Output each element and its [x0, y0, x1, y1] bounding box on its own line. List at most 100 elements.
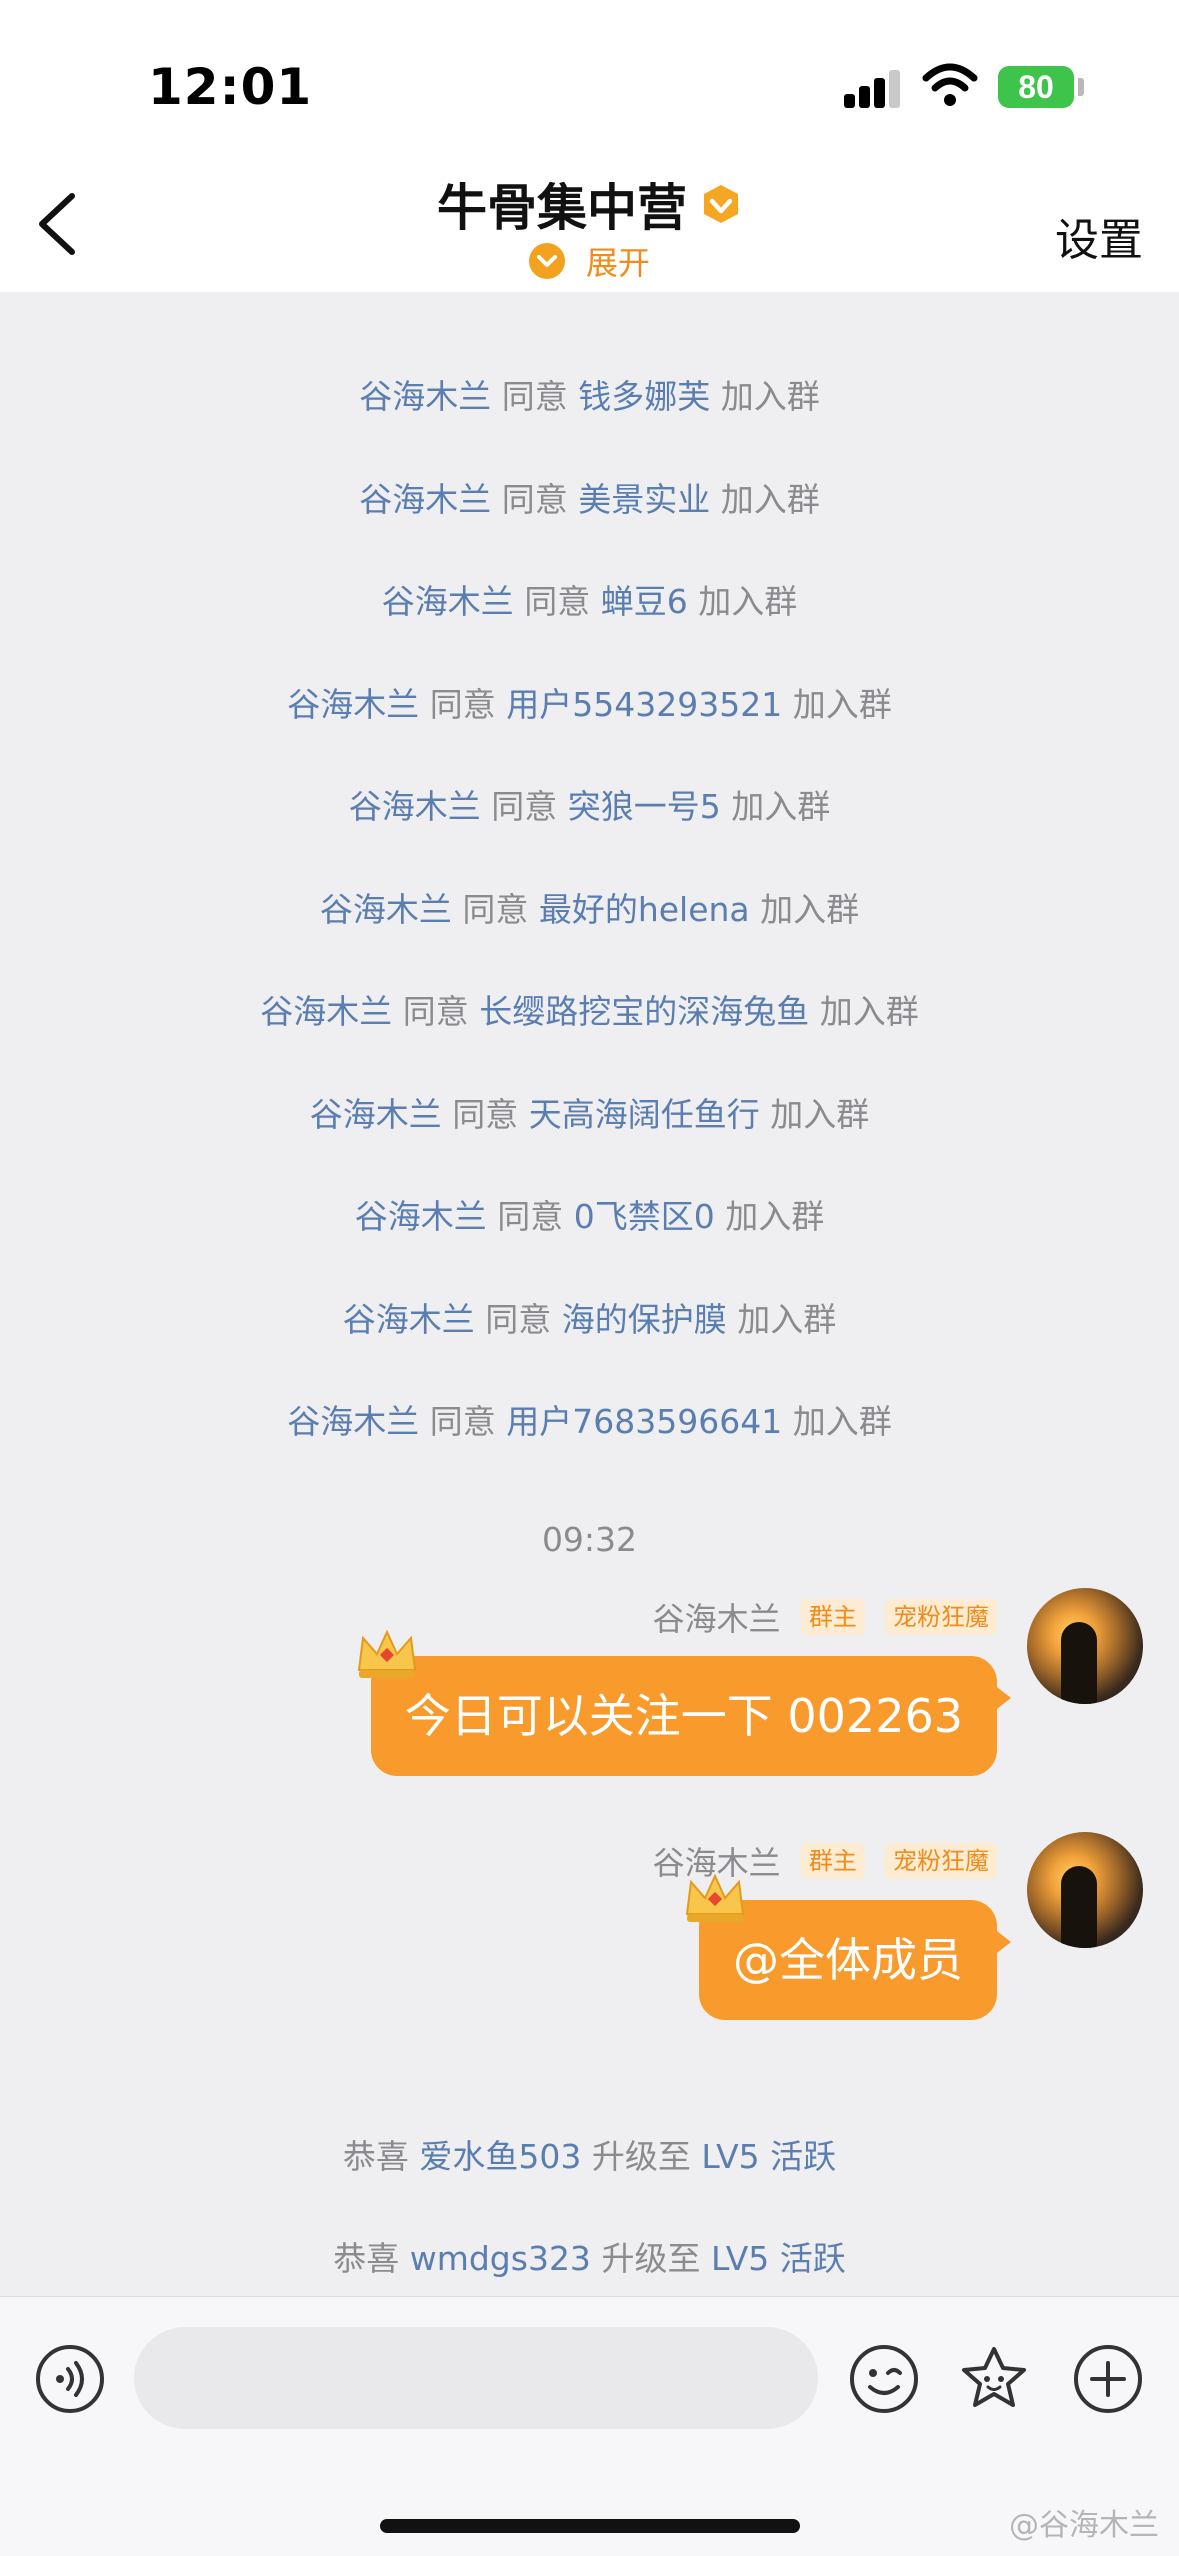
system-target-link[interactable]: 钱多娜芙 [578, 377, 710, 416]
system-verb: 同意 [497, 1197, 564, 1236]
system-verb: 同意 [501, 479, 568, 519]
header-title-wrap[interactable]: 牛骨集中营 [0, 168, 1179, 240]
avatar[interactable] [1027, 1832, 1143, 1948]
system-actor-link[interactable]: 谷海木兰 [349, 787, 481, 826]
chevron-down-icon [528, 243, 565, 279]
system-suffix: 加入群 [720, 479, 820, 519]
group-title: 牛骨集中营 [436, 179, 687, 237]
battery-nub [1078, 78, 1084, 96]
chat-messages[interactable]: 谷海木兰 同意 钱多娜芙 加入群 谷海木兰 同意 美景实业 加入群 谷海木兰 同意 … [0, 268, 1179, 2298]
input-bar [0, 2296, 1179, 2556]
system-target-link[interactable]: 用户7683596641 [506, 1402, 782, 1441]
top-bar: 12:01 80 牛骨集中营 展开 设置 [0, 0, 1179, 292]
level-middle: 升级至 [591, 2137, 691, 2176]
system-target-link[interactable]: 用户5543293521 [506, 685, 782, 724]
system-suffix: 加入群 [720, 377, 820, 416]
system-message: 谷海木兰 同意 长缨路挖宝的深海兔鱼 加入群 [0, 985, 1179, 1033]
system-actor-link[interactable]: 谷海木兰 [287, 685, 419, 724]
system-suffix: 加入群 [792, 1402, 892, 1441]
system-actor-link[interactable]: 谷海木兰 [359, 480, 491, 519]
sticker-icon[interactable] [958, 2343, 1030, 2415]
message-text: @全体成员 [733, 1933, 963, 1987]
system-verb: 同意 [402, 992, 469, 1031]
level-user-link[interactable]: 爱水鱼503 [419, 2137, 581, 2176]
system-suffix: 加入群 [819, 992, 919, 1031]
home-indicator[interactable] [380, 2519, 800, 2533]
system-message: 谷海木兰 同意 天高海阔任鱼行 加入群 [0, 1088, 1179, 1136]
system-target-link[interactable]: 0飞禁区0 [574, 1197, 715, 1236]
system-target-link[interactable]: 最好的helena [539, 890, 750, 929]
emoji-icon[interactable] [848, 2343, 920, 2415]
wifi-icon [922, 63, 978, 106]
message-input[interactable] [134, 2327, 818, 2429]
message-text: 今日可以关注一下 002263 [404, 1689, 963, 1743]
message-bubble[interactable]: 今日可以关注一下 002263 [357, 1629, 1011, 1776]
settings-button[interactable]: 设置 [1055, 204, 1143, 268]
avatar[interactable] [1027, 1588, 1143, 1704]
system-verb: 同意 [429, 684, 496, 724]
level-up-message: 恭喜 wmdgs323 升级至 LV5 活跃 [0, 2232, 1179, 2280]
system-verb: 同意 [501, 377, 568, 416]
expand-label: 展开 [586, 244, 651, 282]
bubble-tail [993, 1684, 1011, 1712]
system-message: 谷海木兰 同意 最好的helena 加入群 [0, 883, 1179, 931]
system-actor-link[interactable]: 谷海木兰 [320, 890, 452, 929]
system-suffix: 加入群 [731, 787, 831, 826]
system-target-link[interactable]: 蝉豆6 [601, 582, 688, 621]
system-suffix: 加入群 [760, 889, 860, 929]
system-actor-link[interactable]: 谷海木兰 [382, 582, 514, 621]
watermark: @谷海木兰 [1009, 2508, 1159, 2543]
level-prefix: 恭喜 [333, 2239, 400, 2278]
owner-badge: 群主 [800, 1599, 865, 1635]
system-message: 谷海木兰 同意 钱多娜芙 加入群 [0, 370, 1179, 418]
system-message: 谷海木兰 同意 突狼一号5 加入群 [0, 780, 1179, 828]
system-target-link[interactable]: 海的保护膜 [562, 1300, 727, 1339]
level-badge: LV5 活跃 [710, 2239, 846, 2278]
system-verb: 同意 [524, 582, 591, 621]
system-suffix: 加入群 [737, 1299, 837, 1339]
system-actor-link[interactable]: 谷海木兰 [260, 992, 392, 1031]
system-target-link[interactable]: 天高海阔任鱼行 [529, 1095, 760, 1134]
sender-info: 谷海木兰 群主 宠粉狂魔 [653, 1594, 997, 1640]
level-prefix: 恭喜 [342, 2137, 409, 2176]
verified-badge-icon [704, 185, 739, 223]
system-suffix: 加入群 [725, 1197, 825, 1236]
level-user-link[interactable]: wmdgs323 [410, 2239, 591, 2278]
system-verb: 同意 [485, 1299, 552, 1339]
level-badge: LV5 活跃 [701, 2137, 837, 2176]
system-target-link[interactable]: 美景实业 [578, 480, 710, 519]
timestamp-label: 09:32 [541, 1520, 638, 1559]
expand-toggle[interactable]: 展开 [0, 238, 1179, 284]
crown-icon [357, 1629, 416, 1678]
status-time: 12:01 [148, 58, 313, 116]
system-actor-link[interactable]: 谷海木兰 [359, 377, 491, 416]
sender-name[interactable]: 谷海木兰 [653, 1600, 781, 1638]
system-verb: 同意 [491, 787, 558, 826]
message-bubble[interactable]: @全体成员 [685, 1873, 1011, 2020]
fan-badge: 宠粉狂魔 [885, 1843, 997, 1879]
system-actor-link[interactable]: 谷海木兰 [310, 1095, 442, 1134]
system-target-link[interactable]: 突狼一号5 [568, 787, 721, 826]
system-message: 谷海木兰 同意 海的保护膜 加入群 [0, 1293, 1179, 1341]
crown-icon [685, 1873, 745, 1922]
voice-icon[interactable] [34, 2343, 106, 2415]
system-suffix: 加入群 [698, 582, 798, 621]
fan-badge: 宠粉狂魔 [885, 1599, 997, 1635]
system-verb: 同意 [462, 889, 529, 929]
system-actor-link[interactable]: 谷海木兰 [343, 1300, 475, 1339]
battery-indicator: 80 [998, 66, 1074, 108]
system-message: 谷海木兰 同意 用户5543293521 加入群 [0, 678, 1179, 726]
system-message: 谷海木兰 同意 0飞禁区0 加入群 [0, 1190, 1179, 1238]
system-verb: 同意 [429, 1402, 496, 1441]
system-actor-link[interactable]: 谷海木兰 [355, 1197, 487, 1236]
system-actor-link[interactable]: 谷海木兰 [287, 1402, 419, 1441]
system-message: 谷海木兰 同意 美景实业 加入群 [0, 473, 1179, 521]
system-target-link[interactable]: 长缨路挖宝的深海兔鱼 [479, 992, 809, 1031]
system-suffix: 加入群 [770, 1094, 870, 1134]
level-middle: 升级至 [601, 2239, 701, 2278]
system-verb: 同意 [452, 1094, 519, 1134]
level-up-message: 恭喜 爱水鱼503 升级至 LV5 活跃 [0, 2130, 1179, 2178]
system-message: 谷海木兰 同意 用户7683596641 加入群 [0, 1395, 1179, 1443]
bubble-tail [993, 1928, 1011, 1956]
plus-icon[interactable] [1072, 2343, 1144, 2415]
